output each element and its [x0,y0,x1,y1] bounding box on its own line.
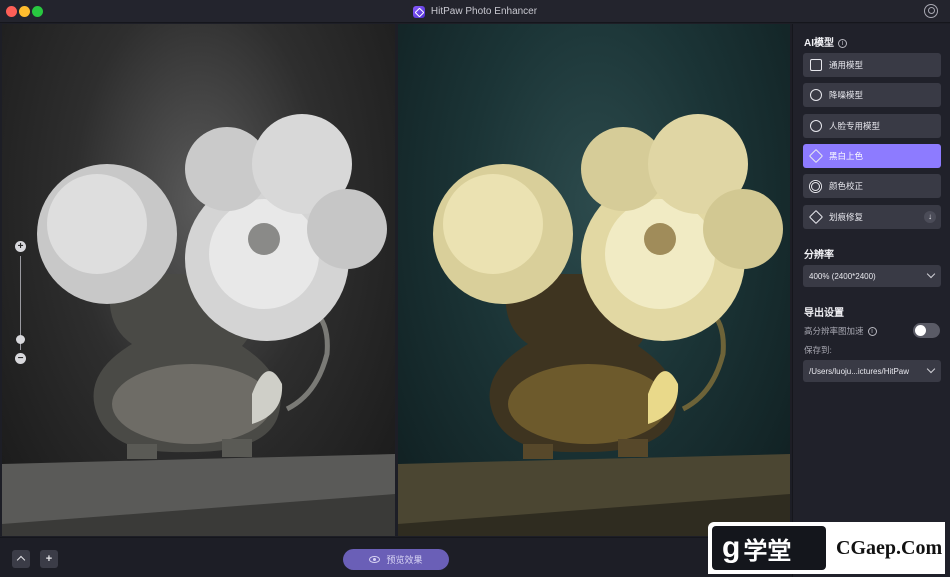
model-color-correction-button[interactable]: 颜色校正 [803,174,941,198]
watermark: g 学堂 CGaep.Com [708,522,945,574]
model-general-label: 通用模型 [829,60,864,70]
ai-model-title-text: AI模型 [804,38,834,49]
app-title: HitPaw Photo Enhancer [0,0,950,23]
model-scratch-repair-button[interactable]: 划痕修复 ↓ [803,205,941,229]
toggle-knob [915,325,926,336]
zoom-in-button[interactable]: + [15,241,26,252]
scratch-repair-icon [808,209,824,225]
watermark-site: CGaep.Com [836,536,943,559]
gpu-acceleration-toggle[interactable] [913,323,940,338]
zoom-slider-thumb[interactable] [16,335,25,344]
watermark-logo-g: g [722,531,741,564]
enhanced-preview[interactable] [398,24,790,536]
save-to-label: 保存到: [804,345,832,355]
title-bar: HitPaw Photo Enhancer [0,0,950,23]
app-title-text: HitPaw Photo Enhancer [430,6,538,17]
model-denoise-label: 降噪模型 [829,90,864,100]
bottom-toolbar: + 预览效果 [0,537,792,577]
download-arrow-icon[interactable]: ↓ [924,211,936,223]
export-section-title: 导出设置 [804,308,844,319]
model-general-button[interactable]: 通用模型 [803,53,941,77]
original-preview[interactable]: + − [2,24,395,536]
chevron-down-icon [926,269,936,279]
collapse-up-button[interactable] [12,550,30,568]
resolution-select[interactable]: 400% (2400*2400) [803,265,941,287]
face-icon [810,120,822,132]
resolution-section-title: 分辨率 [804,250,834,261]
app-logo-icon [412,5,425,18]
watermark-logo-text: 学堂 [743,536,792,565]
model-face-label: 人脸专用模型 [829,121,881,131]
info-icon[interactable]: i [867,327,877,336]
sun-icon [811,181,820,191]
image-icon [810,59,822,71]
gpu-acceleration-text: 高分辨率图加速 [804,326,864,336]
settings-sidebar: AI模型 i 通用模型 降噪模型 人脸专用模型 黑白上色 颜色校正 划痕修复 ↓ … [792,24,950,577]
watermark-logo: g 学堂 [712,526,826,570]
paint-brush-icon [808,148,824,164]
model-color-correction-label: 颜色校正 [829,181,864,191]
user-account-icon[interactable] [924,4,938,18]
info-icon[interactable]: i [838,39,847,48]
gpu-acceleration-label: 高分辨率图加速 i [804,325,877,337]
resolution-value: 400% (2400*2400) [809,271,876,281]
add-image-button[interactable]: + [40,550,58,568]
preview-effect-label: 预览效果 [386,555,423,565]
model-face-button[interactable]: 人脸专用模型 [803,114,941,138]
ai-model-section-title: AI模型 i [804,34,847,49]
chevron-down-icon [926,364,936,374]
original-image [2,114,395,536]
preview-effect-button[interactable]: 预览效果 [343,549,449,570]
save-path-select[interactable]: /Users/luoju...ictures/HitPaw [803,360,941,382]
zoom-out-button[interactable]: − [15,353,26,364]
enhanced-image [398,114,790,536]
model-colorize-button[interactable]: 黑白上色 [803,144,941,168]
eye-icon [369,556,381,563]
denoise-icon [810,89,822,101]
model-scratch-repair-label: 划痕修复 [829,212,864,222]
save-path-value: /Users/luoju...ictures/HitPaw [809,366,910,376]
model-colorize-label: 黑白上色 [829,151,864,161]
model-denoise-button[interactable]: 降噪模型 [803,83,941,107]
